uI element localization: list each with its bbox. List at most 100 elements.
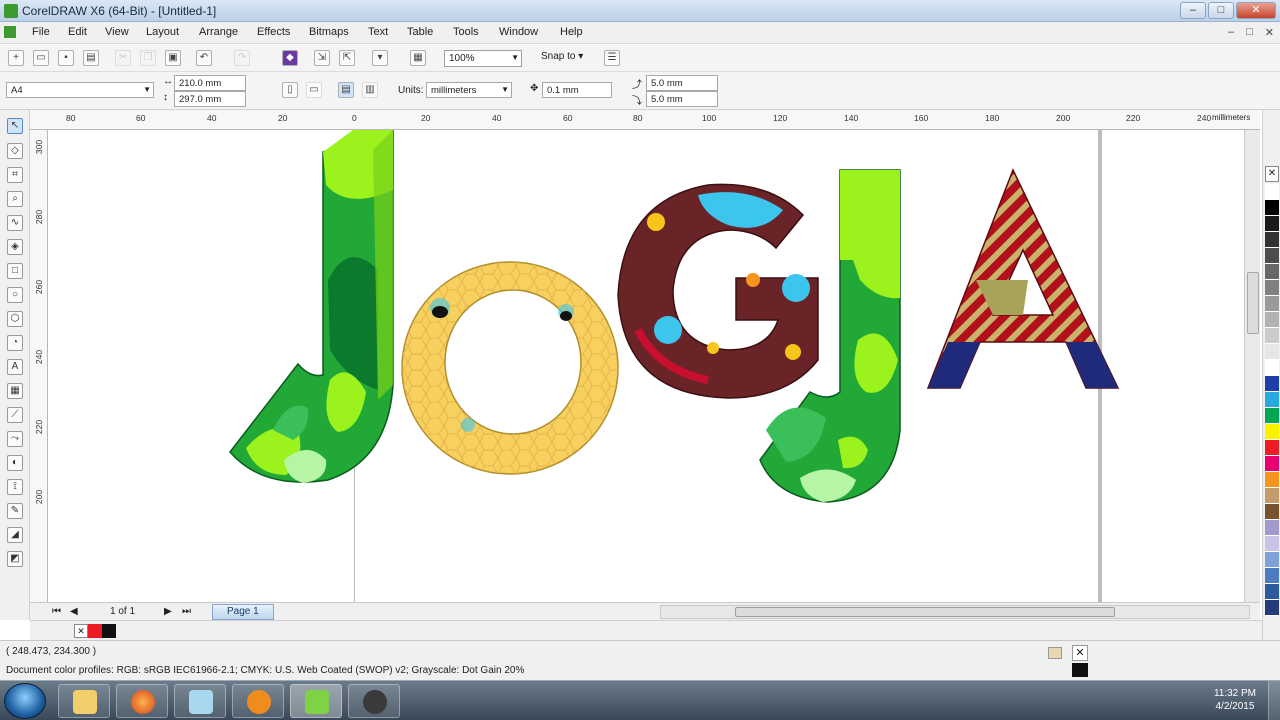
- rectangle-tool-icon[interactable]: □: [7, 263, 23, 279]
- duplicate-y-field[interactable]: 5.0 mm: [646, 91, 718, 107]
- palette-swatch[interactable]: [1265, 328, 1279, 344]
- export-icon[interactable]: ⇱: [339, 50, 355, 66]
- letter-g[interactable]: [617, 183, 819, 399]
- page-width-field[interactable]: 210.0 mm: [174, 75, 246, 91]
- polygon-tool-icon[interactable]: ⬡: [7, 311, 23, 327]
- palette-swatch[interactable]: [1265, 264, 1279, 280]
- copy-icon[interactable]: ❐: [140, 50, 156, 66]
- zoom-level-select[interactable]: 100% ▼: [444, 50, 522, 67]
- palette-swatch[interactable]: [1265, 360, 1279, 376]
- palette-swatch[interactable]: [1265, 552, 1279, 568]
- eyedropper-tool-icon[interactable]: ⟟: [7, 479, 23, 495]
- palette-swatch[interactable]: [1265, 392, 1279, 408]
- menu-file[interactable]: File: [32, 26, 50, 38]
- taskbar-avast[interactable]: [232, 684, 284, 718]
- no-fill-swatch[interactable]: ✕: [74, 624, 88, 638]
- start-button[interactable]: [4, 683, 46, 719]
- palette-swatch[interactable]: [1265, 248, 1279, 264]
- clock[interactable]: 11:32 PM 4/2/2015: [1214, 687, 1256, 713]
- black-swatch[interactable]: [102, 624, 116, 638]
- zoom-tool-icon[interactable]: ⌕: [7, 191, 23, 207]
- search-content-icon[interactable]: ◆: [282, 50, 298, 66]
- palette-swatch[interactable]: [1265, 568, 1279, 584]
- outline-pen-icon[interactable]: ✎: [7, 503, 23, 519]
- first-page-icon[interactable]: ⏮: [52, 606, 61, 617]
- undo-icon[interactable]: ↶: [196, 50, 212, 66]
- show-desktop-button[interactable]: [1268, 681, 1280, 720]
- palette-swatch[interactable]: [1265, 504, 1279, 520]
- crop-tool-icon[interactable]: ⌗: [7, 167, 23, 183]
- palette-swatch[interactable]: [1265, 312, 1279, 328]
- doc-minimize-button[interactable]: –: [1228, 26, 1234, 39]
- palette-swatch[interactable]: [1265, 584, 1279, 600]
- doc-restore-button[interactable]: □: [1246, 26, 1253, 39]
- page-tab[interactable]: Page 1: [212, 604, 274, 620]
- options-icon[interactable]: ☰: [604, 50, 620, 66]
- page-height-field[interactable]: 297.0 mm: [174, 91, 246, 107]
- table-tool-icon[interactable]: ▦: [7, 383, 23, 399]
- palette-swatch[interactable]: [1265, 456, 1279, 472]
- palette-swatch[interactable]: [1265, 424, 1279, 440]
- save-icon[interactable]: ▪: [58, 50, 74, 66]
- palette-swatch[interactable]: [1265, 200, 1279, 216]
- horizontal-ruler[interactable]: 80 60 40 20 0 20 40 60 80 100 120 140 16…: [30, 110, 1260, 130]
- letter-j-first[interactable]: [229, 130, 394, 483]
- palette-swatch[interactable]: [1265, 472, 1279, 488]
- palette-swatch[interactable]: [1265, 536, 1279, 552]
- nudge-distance-field[interactable]: 0.1 mm: [542, 82, 612, 98]
- palette-swatch[interactable]: [1265, 344, 1279, 360]
- no-fill-indicator-icon[interactable]: ✕: [1072, 645, 1088, 661]
- menu-layout[interactable]: Layout: [146, 26, 179, 38]
- menu-view[interactable]: View: [105, 26, 129, 38]
- red-swatch[interactable]: [88, 624, 102, 638]
- interactive-fill-icon[interactable]: ◩: [7, 551, 23, 567]
- cut-icon[interactable]: ✂: [115, 50, 131, 66]
- all-pages-icon[interactable]: ▤: [338, 82, 354, 98]
- menu-edit[interactable]: Edit: [68, 26, 87, 38]
- palette-swatch[interactable]: [1265, 216, 1279, 232]
- shape-tool-icon[interactable]: ◇: [7, 143, 23, 159]
- palette-swatch[interactable]: [1265, 280, 1279, 296]
- welcome-screen-icon[interactable]: ▦: [410, 50, 426, 66]
- palette-swatch[interactable]: [1265, 600, 1279, 616]
- menu-help[interactable]: Help: [560, 26, 583, 38]
- menu-table[interactable]: Table: [407, 26, 433, 38]
- portrait-icon[interactable]: ▯: [282, 82, 298, 98]
- redo-icon[interactable]: ↷: [234, 50, 250, 66]
- palette-swatch[interactable]: [1265, 440, 1279, 456]
- menu-window[interactable]: Window: [499, 26, 538, 38]
- last-page-icon[interactable]: ⏭: [182, 606, 191, 617]
- next-page-icon[interactable]: ▶: [164, 606, 172, 617]
- print-icon[interactable]: ▤: [83, 50, 99, 66]
- palette-swatch[interactable]: [1265, 520, 1279, 536]
- paste-icon[interactable]: ▣: [165, 50, 181, 66]
- menu-bitmaps[interactable]: Bitmaps: [309, 26, 349, 38]
- doc-close-button[interactable]: ✕: [1265, 26, 1274, 39]
- palette-swatch[interactable]: [1265, 376, 1279, 392]
- new-document-icon[interactable]: +: [8, 50, 24, 66]
- taskbar-windows-explorer[interactable]: [58, 684, 110, 718]
- ellipse-tool-icon[interactable]: ○: [7, 287, 23, 303]
- close-button[interactable]: ✕: [1236, 2, 1276, 19]
- jogja-artwork[interactable]: [48, 130, 1244, 602]
- vertical-ruler[interactable]: 300 280 260 240 220 200: [30, 130, 48, 602]
- fill-tool-icon[interactable]: ◢: [7, 527, 23, 543]
- freehand-tool-icon[interactable]: ∿: [7, 215, 23, 231]
- minimize-button[interactable]: –: [1180, 2, 1206, 19]
- current-page-icon[interactable]: ▥: [362, 82, 378, 98]
- menu-text[interactable]: Text: [368, 26, 388, 38]
- vertical-scroll-thumb[interactable]: [1247, 272, 1259, 334]
- drawing-canvas[interactable]: [48, 130, 1244, 602]
- palette-swatch[interactable]: [1265, 408, 1279, 424]
- palette-swatch[interactable]: [1265, 296, 1279, 312]
- connector-tool-icon[interactable]: ⤳: [7, 431, 23, 447]
- palette-swatch[interactable]: [1265, 232, 1279, 248]
- open-folder-icon[interactable]: ▭: [33, 50, 49, 66]
- pick-tool-icon[interactable]: ↖: [7, 118, 23, 134]
- paper-size-select[interactable]: A4 ▼: [6, 82, 154, 98]
- landscape-icon[interactable]: ▭: [306, 82, 322, 98]
- taskbar-firefox[interactable]: [116, 684, 168, 718]
- snap-to-button[interactable]: Snap to ▾: [541, 51, 583, 62]
- text-tool-icon[interactable]: A: [7, 359, 23, 375]
- menu-effects[interactable]: Effects: [257, 26, 290, 38]
